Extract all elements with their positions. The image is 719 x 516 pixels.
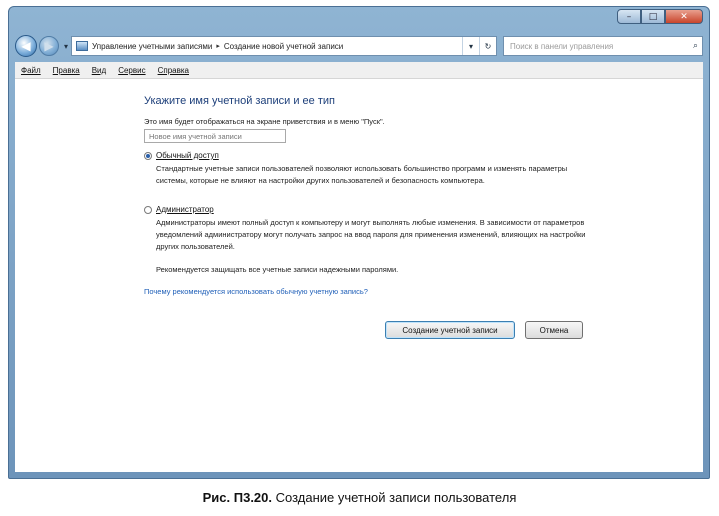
search-box[interactable]: Поиск в панели управления ⌕: [503, 36, 703, 56]
minimize-button[interactable]: –: [617, 9, 641, 24]
standard-description: Стандартные учетные записи пользователей…: [156, 164, 568, 185]
forward-button[interactable]: ▶: [39, 36, 59, 56]
control-panel-window: – □ ✕ ◀ ▶ ▾ Управление учетными записями…: [8, 6, 710, 479]
account-name-input[interactable]: [144, 129, 286, 143]
menu-item-tools[interactable]: Сервис: [112, 66, 151, 75]
navigation-bar: ◀ ▶ ▾ Управление учетными записями ▸ Соз…: [15, 33, 703, 59]
breadcrumb-item[interactable]: Управление учетными записями: [92, 42, 212, 51]
help-link[interactable]: Почему рекомендуется использовать обычну…: [144, 287, 368, 296]
menu-item-file[interactable]: Файл: [15, 66, 47, 75]
search-icon[interactable]: ⌕: [693, 41, 698, 51]
breadcrumb-item[interactable]: Создание новой учетной записи: [224, 42, 343, 51]
maximize-button[interactable]: □: [641, 9, 665, 24]
content-area: Укажите имя учетной записи и ее тип Это …: [15, 79, 703, 472]
radio-dot-icon: [146, 153, 150, 158]
menu-item-edit[interactable]: Правка: [47, 66, 86, 75]
menu-item-view[interactable]: Вид: [86, 66, 112, 75]
radio-label-standard[interactable]: Обычный доступ: [156, 151, 219, 160]
address-bar[interactable]: Управление учетными записями ▸ Создание …: [71, 36, 497, 56]
control-panel-icon: [76, 41, 89, 51]
figure-caption: Рис. П3.20. Создание учетной записи поль…: [0, 490, 719, 505]
search-placeholder: Поиск в панели управления: [510, 41, 614, 51]
radio-button-unchecked[interactable]: [144, 205, 152, 214]
figure-number: Рис. П3.20.: [202, 490, 272, 505]
admin-description: Администраторы имеют полный доступ к ком…: [156, 218, 586, 251]
refresh-button[interactable]: ↻: [479, 37, 496, 55]
cancel-button[interactable]: Отмена: [525, 321, 583, 339]
name-hint: Это имя будет отображаться на экране при…: [144, 117, 385, 126]
radio-option-admin[interactable]: Администратор: [144, 205, 214, 214]
radio-button-checked[interactable]: [144, 151, 152, 160]
breadcrumb-separator[interactable]: ▸: [216, 42, 220, 50]
window-caption-buttons: – □ ✕: [617, 9, 703, 24]
back-button[interactable]: ◀: [15, 35, 37, 57]
figure-caption-text: Создание учетной записи пользователя: [272, 490, 517, 505]
recent-pages-dropdown[interactable]: ▾: [64, 42, 68, 51]
radio-label-admin[interactable]: Администратор: [156, 205, 214, 214]
page-title: Укажите имя учетной записи и ее тип: [144, 95, 335, 107]
close-button[interactable]: ✕: [665, 9, 703, 24]
menu-item-help[interactable]: Справка: [152, 66, 195, 75]
radio-option-standard[interactable]: Обычный доступ: [144, 151, 219, 160]
address-dropdown-button[interactable]: ▾: [462, 37, 479, 55]
password-recommendation: Рекомендуется защищать все учетные запис…: [156, 265, 399, 274]
menu-bar: Файл Правка Вид Сервис Справка: [15, 62, 703, 79]
create-account-button[interactable]: Создание учетной записи: [385, 321, 515, 339]
